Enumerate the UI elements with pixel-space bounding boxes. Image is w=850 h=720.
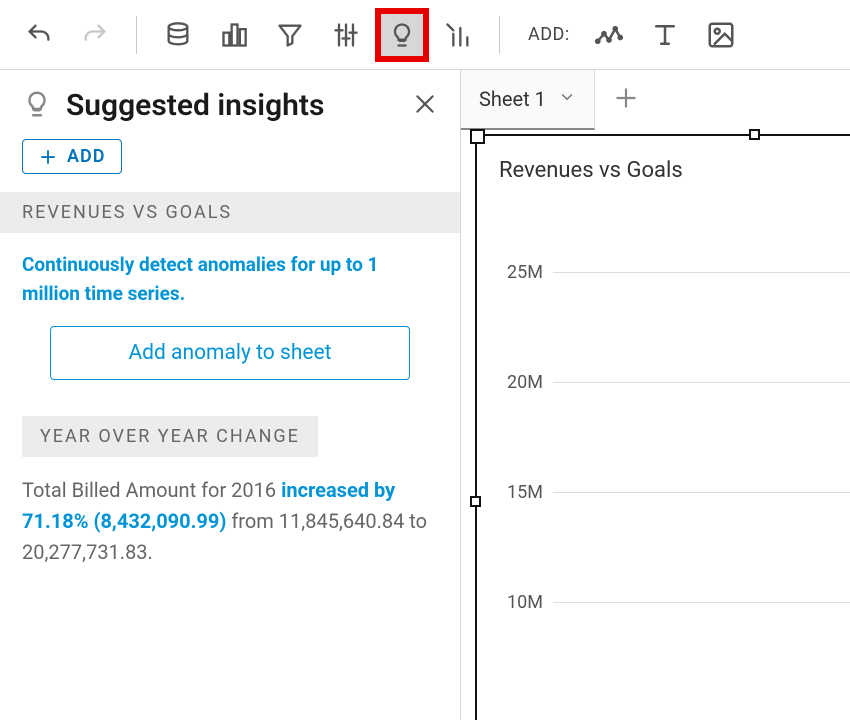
tab-sheet-1[interactable]: Sheet 1 [461, 70, 595, 130]
yoy-prefix: Total Billed Amount for 2016 [22, 478, 281, 502]
add-anomaly-button[interactable]: Add anomaly to sheet [50, 326, 410, 380]
add-insight-label: ADD [67, 146, 105, 167]
chart-visual[interactable]: Revenues vs Goals 25M 20M 15M 10M [475, 134, 850, 720]
section-header-revenues: REVENUES VS GOALS [0, 192, 460, 233]
toolbar-add-label: ADD: [528, 24, 570, 45]
y-tick: 10M [499, 547, 850, 657]
y-axis: 25M 20M 15M 10M [499, 217, 850, 657]
toolbar-separator [499, 16, 500, 54]
chevron-down-icon[interactable] [558, 87, 576, 111]
themes-icon[interactable] [437, 14, 479, 56]
yoy-from-label: from [226, 509, 278, 533]
toolbar-separator [136, 16, 137, 54]
sheet-tabs: Sheet 1 [461, 70, 850, 130]
add-visual-icon[interactable] [588, 14, 630, 56]
tab-label: Sheet 1 [479, 87, 546, 111]
visual-types-icon[interactable] [213, 14, 255, 56]
section-header-yoy: YEAR OVER YEAR CHANGE [22, 416, 318, 457]
y-tick: 20M [499, 327, 850, 437]
resize-handle-top[interactable] [749, 129, 760, 140]
y-tick-label: 20M [499, 372, 553, 393]
suggested-insights-panel: Suggested insights ADD REVENUES VS GOALS… [0, 70, 460, 720]
y-tick-label: 10M [499, 592, 553, 613]
y-tick-label: 15M [499, 482, 553, 503]
chart-title: Revenues vs Goals [499, 158, 850, 183]
data-source-icon[interactable] [157, 14, 199, 56]
add-image-icon[interactable] [700, 14, 742, 56]
toolbar: ADD: [0, 0, 850, 70]
y-tick-label: 25M [499, 262, 553, 283]
resize-handle-left[interactable] [470, 496, 481, 507]
y-tick: 15M [499, 437, 850, 547]
yoy-from-value: 11,845,640.84 [279, 509, 405, 533]
insights-icon[interactable] [381, 14, 423, 56]
add-text-icon[interactable] [644, 14, 686, 56]
yoy-to-value: 20,277,731.83 [22, 540, 148, 564]
anomaly-promo-text: Continuously detect anomalies for up to … [0, 251, 460, 326]
lightbulb-icon [22, 89, 52, 123]
close-icon[interactable] [412, 91, 438, 121]
add-sheet-button[interactable] [613, 85, 639, 115]
undo-icon[interactable] [18, 14, 60, 56]
add-insight-button[interactable]: ADD [22, 139, 122, 174]
yoy-suffix: . [148, 540, 153, 564]
redo-icon[interactable] [74, 14, 116, 56]
parameters-icon[interactable] [325, 14, 367, 56]
y-tick: 25M [499, 217, 850, 327]
yoy-to-label: to [404, 509, 427, 533]
panel-title: Suggested insights [66, 88, 412, 123]
sheet-area: Sheet 1 Revenues vs Goals 25M 20M 15M 10… [460, 70, 850, 720]
filter-icon[interactable] [269, 14, 311, 56]
yoy-insight-text: Total Billed Amount for 2016 increased b… [0, 475, 460, 568]
